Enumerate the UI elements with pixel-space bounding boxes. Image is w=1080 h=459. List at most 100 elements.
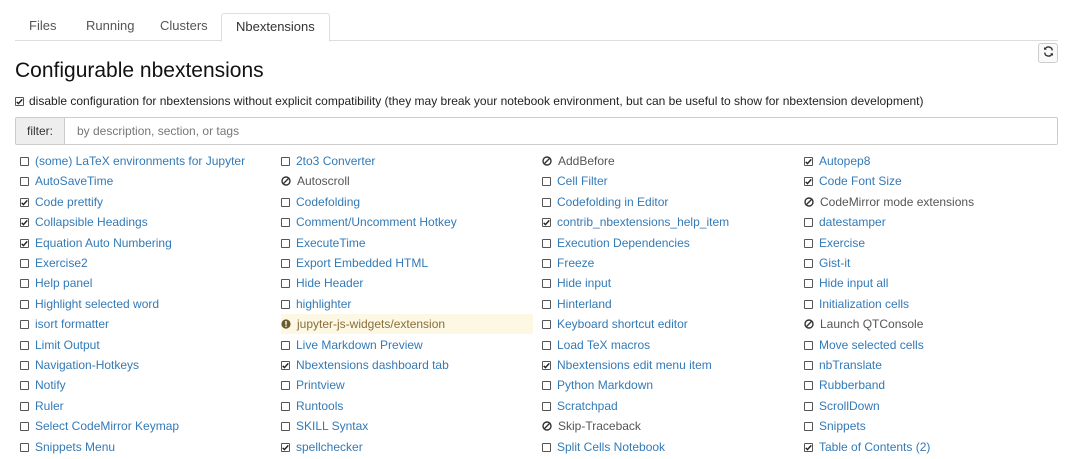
nbextension-item[interactable]: Hinterland	[542, 294, 612, 314]
nbextension-label[interactable]: Autoscroll	[297, 174, 350, 188]
nbextension-item[interactable]: Skip-Traceback	[542, 416, 641, 436]
nbextension-label[interactable]: Keyboard shortcut editor	[557, 317, 688, 331]
nbextension-label[interactable]: Skip-Traceback	[558, 419, 641, 433]
enable-checkbox[interactable]	[20, 299, 29, 309]
nbextension-label[interactable]: Cell Filter	[557, 174, 608, 188]
nbextension-item[interactable]: spellchecker	[281, 437, 363, 457]
nbextension-item[interactable]: ScrollDown	[804, 396, 880, 416]
enable-checkbox[interactable]	[20, 278, 29, 288]
nbextension-label[interactable]: Table of Contents (2)	[819, 440, 930, 454]
nbextension-label[interactable]: Codefolding	[296, 195, 360, 209]
tab-nbextensions[interactable]: Nbextensions	[221, 13, 330, 42]
nbextension-item[interactable]: Exercise	[804, 233, 865, 253]
nbextension-label[interactable]: Equation Auto Numbering	[35, 236, 172, 250]
enable-checkbox[interactable]	[804, 238, 813, 248]
nbextension-label[interactable]: Live Markdown Preview	[296, 338, 423, 352]
nbextension-label[interactable]: Nbextensions dashboard tab	[296, 358, 449, 372]
enable-checkbox[interactable]	[20, 156, 29, 166]
nbextension-label[interactable]: Exercise2	[35, 256, 88, 270]
nbextension-label[interactable]: Export Embedded HTML	[296, 256, 428, 270]
nbextension-item[interactable]: Highlight selected word	[20, 294, 159, 314]
nbextension-label[interactable]: nbTranslate	[819, 358, 882, 372]
nbextension-item[interactable]: CodeMirror mode extensions	[804, 192, 974, 212]
tab-running[interactable]: Running	[72, 13, 148, 39]
nbextension-item[interactable]: SKILL Syntax	[281, 416, 368, 436]
nbextension-item[interactable]: Printview	[281, 375, 345, 395]
nbextension-label[interactable]: Gist-it	[819, 256, 850, 270]
nbextension-label[interactable]: Ruler	[35, 399, 64, 413]
nbextension-item[interactable]: Snippets	[804, 416, 866, 436]
nbextension-label[interactable]: Python Markdown	[557, 378, 653, 392]
enable-checkbox[interactable]	[20, 258, 29, 268]
nbextension-item[interactable]: Keyboard shortcut editor	[542, 314, 688, 334]
nbextension-item[interactable]: Select CodeMirror Keymap	[20, 416, 179, 436]
nbextension-item[interactable]: Help panel	[20, 273, 92, 293]
enable-checkbox[interactable]	[281, 156, 290, 166]
nbextension-label[interactable]: jupyter-js-widgets/extension	[297, 317, 445, 331]
nbextension-label[interactable]: Hide input all	[819, 276, 888, 290]
nbextension-item[interactable]: Launch QTConsole	[804, 314, 923, 334]
nbextension-label[interactable]: Hide Header	[296, 276, 363, 290]
enable-checkbox[interactable]	[804, 442, 813, 452]
nbextension-label[interactable]: Split Cells Notebook	[557, 440, 665, 454]
enable-checkbox[interactable]	[804, 217, 813, 227]
nbextension-item[interactable]: Freeze	[542, 253, 594, 273]
enable-checkbox[interactable]	[804, 360, 813, 370]
nbextension-label[interactable]: isort formatter	[35, 317, 109, 331]
enable-checkbox[interactable]	[542, 278, 551, 288]
nbextension-item[interactable]: contrib_nbextensions_help_item	[542, 212, 729, 232]
nbextension-item[interactable]: Split Cells Notebook	[542, 437, 665, 457]
nbextension-item[interactable]: Move selected cells	[804, 335, 924, 355]
nbextension-label[interactable]: Exercise	[819, 236, 865, 250]
enable-checkbox[interactable]	[281, 340, 290, 350]
nbextension-item[interactable]: Ruler	[20, 396, 64, 416]
nbextension-item[interactable]: Initialization cells	[804, 294, 909, 314]
nbextension-item[interactable]: Nbextensions edit menu item	[542, 355, 712, 375]
enable-checkbox[interactable]	[804, 421, 813, 431]
enable-checkbox[interactable]	[542, 340, 551, 350]
enable-checkbox[interactable]	[281, 442, 290, 452]
enable-checkbox[interactable]	[20, 319, 29, 329]
nbextension-label[interactable]: SKILL Syntax	[296, 419, 368, 433]
nbextension-label[interactable]: Codefolding in Editor	[557, 195, 668, 209]
enable-checkbox[interactable]	[804, 258, 813, 268]
enable-checkbox[interactable]	[281, 421, 290, 431]
enable-checkbox[interactable]	[542, 176, 551, 186]
nbextension-label[interactable]: Limit Output	[35, 338, 100, 352]
nbextension-label[interactable]: Collapsible Headings	[35, 215, 148, 229]
nbextension-item[interactable]: Autopep8	[804, 151, 870, 171]
nbextension-label[interactable]: Code Font Size	[819, 174, 902, 188]
enable-checkbox[interactable]	[542, 258, 551, 268]
enable-checkbox[interactable]	[281, 299, 290, 309]
nbextension-label[interactable]: datestamper	[819, 215, 886, 229]
nbextension-label[interactable]: Scratchpad	[557, 399, 618, 413]
nbextension-item[interactable]: Snippets Menu	[20, 437, 115, 457]
enable-checkbox[interactable]	[542, 401, 551, 411]
nbextension-item[interactable]: ExecuteTime	[281, 233, 366, 253]
nbextension-item[interactable]: Codefolding	[281, 192, 360, 212]
nbextension-label[interactable]: Load TeX macros	[557, 338, 650, 352]
nbextension-item[interactable]: AutoSaveTime	[20, 171, 113, 191]
nbextension-item[interactable]: datestamper	[804, 212, 886, 232]
enable-checkbox[interactable]	[542, 299, 551, 309]
nbextension-label[interactable]: Code prettify	[35, 195, 103, 209]
enable-checkbox[interactable]	[20, 421, 29, 431]
nbextension-item[interactable]: jupyter-js-widgets/extension	[281, 314, 533, 334]
nbextension-item[interactable]: nbTranslate	[804, 355, 882, 375]
nbextension-label[interactable]: Freeze	[557, 256, 594, 270]
nbextension-item[interactable]: Live Markdown Preview	[281, 335, 423, 355]
nbextension-label[interactable]: ScrollDown	[819, 399, 880, 413]
compat-checkbox[interactable]	[15, 96, 24, 106]
nbextension-item[interactable]: Comment/Uncomment Hotkey	[281, 212, 457, 232]
enable-checkbox[interactable]	[542, 197, 551, 207]
enable-checkbox[interactable]	[542, 360, 551, 370]
nbextension-label[interactable]: Execution Dependencies	[557, 236, 690, 250]
nbextension-item[interactable]: Limit Output	[20, 335, 100, 355]
nbextension-label[interactable]: AutoSaveTime	[35, 174, 113, 188]
enable-checkbox[interactable]	[281, 238, 290, 248]
nbextension-item[interactable]: Rubberband	[804, 375, 885, 395]
enable-checkbox[interactable]	[804, 380, 813, 390]
nbextension-label[interactable]: Hinterland	[557, 297, 612, 311]
enable-checkbox[interactable]	[20, 340, 29, 350]
nbextension-label[interactable]: Navigation-Hotkeys	[35, 358, 139, 372]
